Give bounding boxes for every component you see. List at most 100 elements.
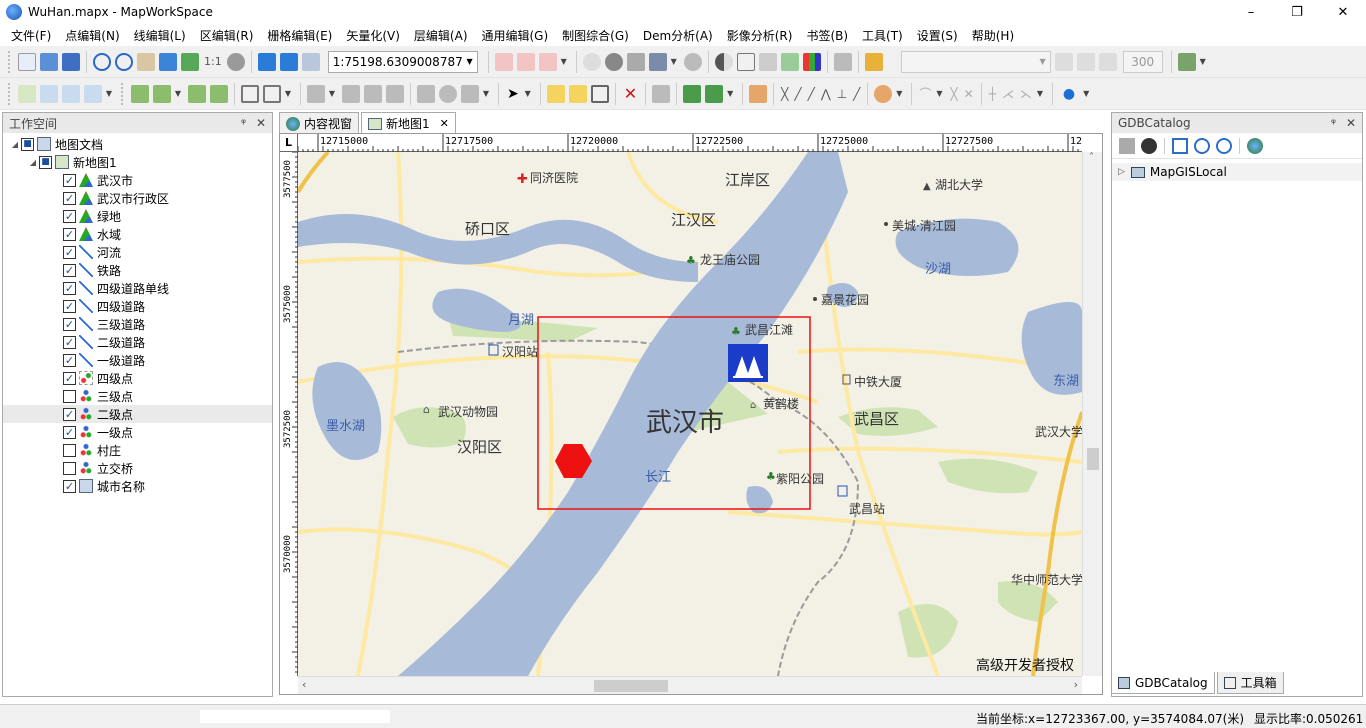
line-tool-a-icon[interactable]: ╳ xyxy=(781,87,788,101)
magic-wand-icon[interactable] xyxy=(301,52,320,71)
zoom-out-icon[interactable] xyxy=(115,52,133,71)
layer-checkbox[interactable]: ✓ xyxy=(63,371,76,385)
menu-item-6[interactable]: 层编辑(A) xyxy=(407,27,475,44)
line-tool-b-icon[interactable]: ╱ xyxy=(794,87,801,101)
layer-checkbox[interactable]: ✓ xyxy=(63,299,76,313)
map-tool-b-icon[interactable] xyxy=(516,52,535,71)
zoom-in-icon[interactable] xyxy=(93,52,111,71)
expand-icon[interactable]: ◢ xyxy=(9,140,21,149)
tab-gdbcatalog[interactable]: GDBCatalog xyxy=(1111,672,1215,694)
catalog-search-icon[interactable] xyxy=(1216,137,1232,154)
settings-tool-icon[interactable] xyxy=(1177,52,1196,71)
layer-checkbox[interactable]: ✓ xyxy=(63,263,76,277)
info-icon[interactable] xyxy=(604,52,623,71)
process-a-icon[interactable] xyxy=(683,84,702,103)
catalog-settings-icon[interactable] xyxy=(1119,137,1135,154)
layer-row[interactable]: ✓ 一级点 xyxy=(3,423,272,441)
layer-row[interactable]: ✓ 四级道路单线 xyxy=(3,279,272,297)
map-svg[interactable]: ✚ ▲ ♣ ♣ ♣ ⌂ ⌂ 同济医院 江岸区 湖北大学 硚口区 江汉区 美城·清… xyxy=(298,152,1082,676)
menu-item-9[interactable]: Dem分析(A) xyxy=(636,27,720,44)
catalog-window-icon[interactable] xyxy=(1172,137,1188,154)
layer-row[interactable]: 村庄 xyxy=(3,441,272,459)
layer-row[interactable]: ✓ 水域 xyxy=(3,225,272,243)
region-b-icon[interactable] xyxy=(153,84,171,103)
layer-checkbox[interactable] xyxy=(63,443,76,457)
edit-a-icon[interactable] xyxy=(546,84,565,103)
zoom-region-icon[interactable] xyxy=(241,84,259,103)
layer-row[interactable]: ✓ 武汉市 xyxy=(3,171,272,189)
scroll-right-icon[interactable]: › xyxy=(1074,678,1078,691)
gray-number-input[interactable]: 300 xyxy=(1122,50,1163,73)
layer-checkbox[interactable]: ✓ xyxy=(63,173,76,187)
map-tool-a-icon[interactable] xyxy=(494,52,513,71)
scroll-up-icon[interactable]: ˄ xyxy=(1089,152,1094,163)
expand-icon[interactable]: ◢ xyxy=(27,158,39,167)
line-tool-d-icon[interactable]: ⋀ xyxy=(821,87,831,101)
layer-select[interactable]: ▼ xyxy=(900,50,1051,73)
menu-item-8[interactable]: 制图综合(G) xyxy=(555,27,636,44)
expand-icon[interactable]: ▷ xyxy=(1118,167,1125,177)
layer-row[interactable]: ✓ 二级点 xyxy=(3,405,272,423)
layer-color-icon[interactable] xyxy=(864,52,883,71)
scroll-thumb-horizontal[interactable] xyxy=(594,680,668,692)
rect-icon[interactable] xyxy=(417,84,435,103)
layer-checkbox[interactable]: ✓ xyxy=(63,191,76,205)
layer-row[interactable]: ✓ 四级点 xyxy=(3,369,272,387)
map-tool-c-icon[interactable] xyxy=(538,52,557,71)
curve-c-icon[interactable]: ✕ xyxy=(964,87,974,101)
curve-f-icon[interactable]: ⋋ xyxy=(1020,87,1032,101)
table-icon[interactable] xyxy=(758,52,777,71)
menu-item-5[interactable]: 矢量化(V) xyxy=(339,27,407,44)
process-b-icon[interactable] xyxy=(705,84,724,103)
menu-item-11[interactable]: 书签(B) xyxy=(799,27,855,44)
layer-row[interactable]: ✓ 三级道路 xyxy=(3,315,272,333)
disabled-tool-a-icon[interactable] xyxy=(1054,52,1073,71)
edit-c-icon[interactable] xyxy=(590,84,609,103)
hand-icon[interactable] xyxy=(749,84,768,103)
new-icon[interactable] xyxy=(18,52,36,71)
layer-checkbox[interactable]: ✓ xyxy=(63,227,76,241)
prev-view-icon[interactable] xyxy=(257,52,276,71)
layer-row[interactable]: ✓ 武汉市行政区 xyxy=(3,189,272,207)
pointer-icon[interactable]: ➤ xyxy=(507,86,519,102)
pin-icon[interactable]: ᵠ xyxy=(1331,116,1336,130)
contrast-icon[interactable] xyxy=(714,52,733,71)
catalog-connect-icon[interactable] xyxy=(1141,137,1157,154)
line-tool-c-icon[interactable]: ╱ xyxy=(808,87,815,101)
tree-root[interactable]: ◢ ■ 地图文档 xyxy=(3,135,272,153)
cube-icon[interactable] xyxy=(461,84,479,103)
tab-toolbox[interactable]: 工具箱 xyxy=(1216,672,1284,694)
pan-hand-icon[interactable] xyxy=(137,52,155,71)
tab-new-map[interactable]: 新地图1 ✕ xyxy=(361,112,456,134)
layer-checkbox[interactable]: ✓ xyxy=(63,209,76,223)
eye-icon[interactable] xyxy=(226,52,245,71)
curve-d-icon[interactable]: ┼ xyxy=(989,87,996,101)
open-icon[interactable] xyxy=(40,52,58,71)
tile-icon[interactable] xyxy=(780,52,799,71)
close-icon[interactable]: ✕ xyxy=(1346,116,1356,130)
menu-item-12[interactable]: 工具(T) xyxy=(855,27,910,44)
point-tool-icon[interactable] xyxy=(874,84,893,103)
menu-item-7[interactable]: 通用编辑(G) xyxy=(475,27,556,44)
disabled-tool-c-icon[interactable] xyxy=(1098,52,1117,71)
menu-item-1[interactable]: 点编辑(N) xyxy=(58,27,126,44)
measure-icon[interactable] xyxy=(626,52,645,71)
park-sign-icon[interactable] xyxy=(728,344,768,382)
edit-point-icon[interactable] xyxy=(40,84,58,103)
layer-row[interactable]: ✓ 铁路 xyxy=(3,261,272,279)
refresh-icon[interactable] xyxy=(181,52,199,71)
scroll-left-icon[interactable]: ‹ xyxy=(302,678,306,691)
menu-item-14[interactable]: 帮助(H) xyxy=(965,27,1021,44)
catalog-refresh-icon[interactable] xyxy=(1194,137,1210,154)
scale-select[interactable]: 1:75198.6309008787 ▼ xyxy=(327,50,478,73)
close-button[interactable]: ✕ xyxy=(1320,0,1366,24)
menu-item-10[interactable]: 影像分析(R) xyxy=(720,27,800,44)
bar-chart-icon[interactable] xyxy=(802,52,821,71)
region-a-icon[interactable] xyxy=(131,84,149,103)
layer-row[interactable]: ✓ 四级道路 xyxy=(3,297,272,315)
warning-icon[interactable] xyxy=(833,52,852,71)
root-checkbox[interactable]: ■ xyxy=(21,137,34,151)
layer-row[interactable]: 三级点 xyxy=(3,387,272,405)
search-icon[interactable] xyxy=(582,52,601,71)
house-c-icon[interactable] xyxy=(386,84,404,103)
